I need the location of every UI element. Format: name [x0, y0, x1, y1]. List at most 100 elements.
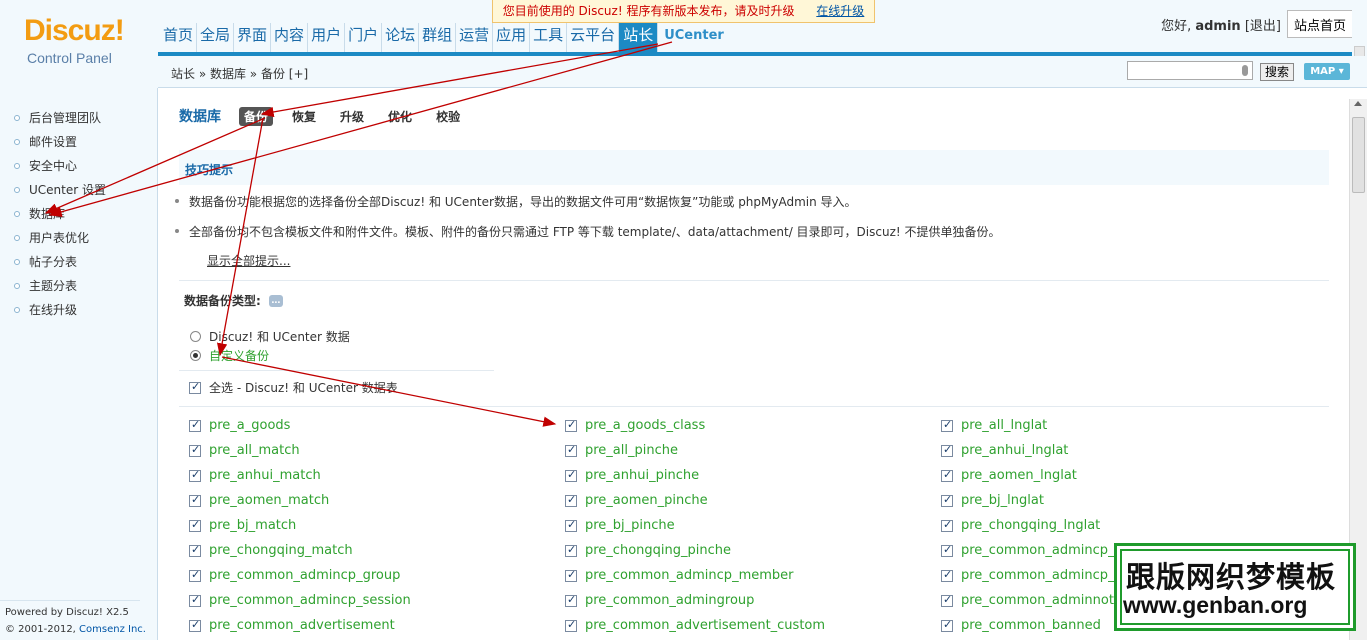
table-checkbox-item[interactable]: pre_common_advertisement_custom [565, 613, 941, 638]
table-checkbox-item[interactable]: pre_all_match [189, 438, 565, 463]
checkbox[interactable] [189, 493, 201, 507]
select-all-label: 全选 - Discuz! 和 UCenter 数据表 [209, 381, 398, 395]
sidebar-item[interactable]: 在线升级 [14, 298, 106, 322]
sidebar-item[interactable]: UCenter 设置 [14, 178, 106, 202]
checkbox[interactable] [189, 593, 201, 607]
checkbox[interactable] [189, 518, 201, 532]
nav-item[interactable]: 界面 [234, 23, 272, 52]
table-checkbox-item[interactable]: pre_a_goods [189, 413, 565, 438]
checkbox[interactable] [941, 543, 953, 557]
show-all-tips-link[interactable]: 显示全部提示... [207, 252, 290, 269]
checkbox[interactable] [941, 518, 953, 532]
nav-item[interactable]: 站长 [619, 23, 659, 52]
help-icon[interactable]: … [268, 294, 283, 307]
search-button[interactable]: 搜索 [1260, 63, 1295, 81]
nav-item[interactable]: 首页 [160, 23, 198, 52]
scroll-up-arrow-icon[interactable] [1354, 101, 1362, 106]
nav-item[interactable]: 全局 [197, 23, 235, 52]
checkbox[interactable] [941, 468, 953, 482]
checkbox[interactable] [565, 518, 577, 532]
checkbox[interactable] [941, 593, 953, 607]
table-checkbox-item[interactable]: pre_anhui_pinche [565, 463, 941, 488]
checkbox[interactable] [565, 543, 577, 557]
map-button[interactable]: MAP ▾ [1304, 63, 1350, 80]
nav-item[interactable]: 门户 [345, 23, 383, 52]
sidebar-item[interactable]: 帖子分表 [14, 250, 106, 274]
tab-item[interactable]: 恢复 [287, 107, 321, 126]
table-checkbox-item[interactable]: pre_chongqing_match [189, 538, 565, 563]
checkbox[interactable] [565, 443, 577, 457]
checkbox[interactable] [189, 568, 201, 582]
nav-item[interactable]: UCenter [658, 23, 727, 52]
nav-item[interactable]: 运营 [456, 23, 494, 52]
table-checkbox-item[interactable]: pre_common_admincp_group [189, 563, 565, 588]
table-checkbox-item[interactable]: pre_common_admincp_member [565, 563, 941, 588]
site-home-button[interactable]: 站点首页 [1286, 10, 1353, 38]
sidebar-item[interactable]: 主题分表 [14, 274, 106, 298]
sidebar-item-label: 后台管理团队 [29, 111, 102, 125]
nav-item[interactable]: 云平台 [567, 23, 620, 52]
company-link[interactable]: Comsenz Inc. [79, 624, 146, 635]
checkbox[interactable] [189, 543, 201, 557]
nav-item[interactable]: 内容 [271, 23, 309, 52]
checkbox[interactable] [189, 618, 201, 632]
scroll-thumb[interactable] [1352, 117, 1365, 193]
logo[interactable]: Discuz! Control Panel [0, 0, 158, 88]
radio-button-selected[interactable] [190, 350, 201, 361]
table-checkbox-item[interactable]: pre_aomen_pinche [565, 488, 941, 513]
nav-item[interactable]: 群组 [419, 23, 457, 52]
nav-item[interactable]: 论坛 [382, 23, 420, 52]
sidebar-item[interactable]: 后台管理团队 [14, 106, 106, 130]
checkbox[interactable] [189, 418, 201, 432]
bullet-icon [14, 163, 20, 169]
table-checkbox-item[interactable]: pre_bj_lnglat [941, 488, 1317, 513]
sidebar-item-label: 主题分表 [29, 279, 78, 293]
table-checkbox-item[interactable]: pre_aomen_match [189, 488, 565, 513]
checkbox[interactable] [565, 468, 577, 482]
radio-full-backup[interactable]: Discuz! 和 UCenter 数据 [190, 328, 350, 345]
table-checkbox-item[interactable]: pre_bj_match [189, 513, 565, 538]
checkbox[interactable] [189, 443, 201, 457]
table-checkbox-item[interactable]: pre_anhui_match [189, 463, 565, 488]
radio-button[interactable] [190, 331, 201, 342]
checkbox[interactable] [565, 493, 577, 507]
table-checkbox-item[interactable]: pre_aomen_lnglat [941, 463, 1317, 488]
checkbox[interactable] [189, 380, 201, 394]
checkbox[interactable] [189, 468, 201, 482]
sidebar-item[interactable]: 安全中心 [14, 154, 106, 178]
checkbox[interactable] [565, 618, 577, 632]
table-checkbox-item[interactable]: pre_all_lnglat [941, 413, 1317, 438]
checkbox[interactable] [565, 568, 577, 582]
table-checkbox-item[interactable]: pre_common_advertisement [189, 613, 565, 638]
checkbox[interactable] [941, 443, 953, 457]
table-checkbox-item[interactable]: pre_all_pinche [565, 438, 941, 463]
tab-item[interactable]: 备份 [239, 106, 274, 126]
nav-item[interactable]: 工具 [530, 23, 568, 52]
checkbox[interactable] [941, 418, 953, 432]
online-upgrade-link[interactable]: 在线升级 [816, 4, 864, 18]
search-input[interactable] [1127, 61, 1253, 80]
nav-item[interactable]: 应用 [493, 23, 531, 52]
checkbox[interactable] [565, 593, 577, 607]
table-checkbox-item[interactable]: pre_common_admingroup [565, 588, 941, 613]
checkbox[interactable] [941, 618, 953, 632]
select-all-checkbox[interactable]: 全选 - Discuz! 和 UCenter 数据表 [189, 379, 398, 396]
radio-custom-backup[interactable]: 自定义备份 [190, 347, 269, 364]
sidebar-item[interactable]: 邮件设置 [14, 130, 106, 154]
table-checkbox-item[interactable]: pre_chongqing_pinche [565, 538, 941, 563]
checkbox[interactable] [941, 493, 953, 507]
table-checkbox-item[interactable]: pre_common_admincp_session [189, 588, 565, 613]
checkbox[interactable] [565, 418, 577, 432]
table-checkbox-item[interactable]: pre_anhui_lnglat [941, 438, 1317, 463]
tab-item[interactable]: 校验 [431, 107, 465, 126]
table-checkbox-item[interactable]: pre_bj_pinche [565, 513, 941, 538]
table-checkbox-item[interactable]: pre_chongqing_lnglat [941, 513, 1317, 538]
nav-item[interactable]: 用户 [308, 23, 346, 52]
tab-item[interactable]: 优化 [383, 107, 417, 126]
logout-link[interactable]: [退出] [1245, 19, 1281, 34]
tab-item[interactable]: 升级 [335, 107, 369, 126]
table-checkbox-item[interactable]: pre_a_goods_class [565, 413, 941, 438]
sidebar-item[interactable]: 用户表优化 [14, 226, 106, 250]
sidebar-item[interactable]: 数据库 [14, 202, 106, 226]
checkbox[interactable] [941, 568, 953, 582]
